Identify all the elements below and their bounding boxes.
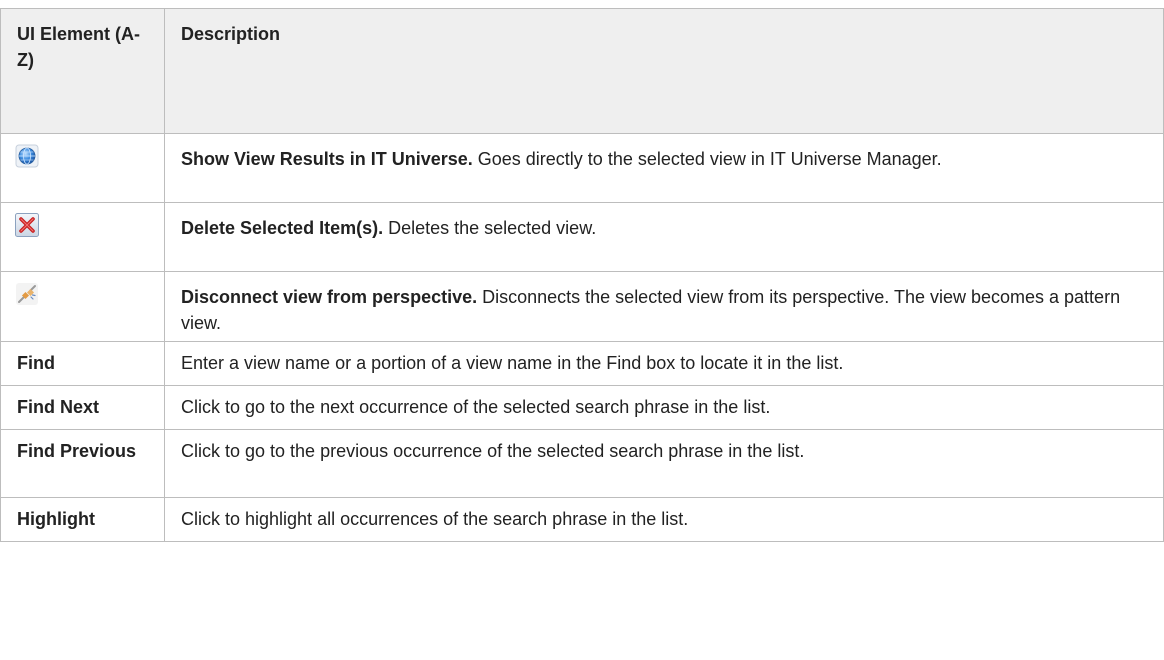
ui-elements-table-container: UI Element (A-Z) Description Show View R… — [0, 8, 1164, 542]
ui-element-cell — [0, 271, 165, 342]
table-row: Find Previous Click to go to the previou… — [0, 429, 1164, 498]
description-text: Goes directly to the selected view in IT… — [472, 149, 942, 169]
disconnect-plug-icon — [15, 282, 39, 306]
description-title: Show View Results in IT Universe. — [181, 149, 473, 169]
table-row: Delete Selected Item(s). Deletes the sel… — [0, 202, 1164, 272]
header-ui-element: UI Element (A-Z) — [0, 8, 165, 134]
description-cell: Delete Selected Item(s). Deletes the sel… — [164, 202, 1164, 272]
description-text: Deletes the selected view. — [383, 218, 597, 238]
description-cell: Show View Results in IT Universe. Goes d… — [164, 133, 1164, 203]
description-text: Click to highlight all occurrences of th… — [164, 497, 1164, 542]
table-header-row: UI Element (A-Z) Description — [0, 8, 1164, 134]
table-row: Find Enter a view name or a portion of a… — [0, 341, 1164, 386]
table-row: Show View Results in IT Universe. Goes d… — [0, 133, 1164, 203]
ui-elements-table: UI Element (A-Z) Description Show View R… — [0, 8, 1164, 542]
description-text: Click to go to the next occurrence of th… — [164, 385, 1164, 430]
ui-element-cell — [0, 133, 165, 203]
description-cell: Disconnect view from perspective. Discon… — [164, 271, 1164, 342]
description-text: Enter a view name or a portion of a view… — [164, 341, 1164, 386]
description-text: Click to go to the previous occurrence o… — [164, 429, 1164, 498]
ui-element-name: Find Previous — [0, 429, 165, 498]
description-title: Delete Selected Item(s). — [181, 218, 384, 238]
ui-element-name: Highlight — [0, 497, 165, 542]
header-description: Description — [164, 8, 1164, 134]
ui-element-name: Find — [0, 341, 165, 386]
ui-element-name: Find Next — [0, 385, 165, 430]
table-row: Find Next Click to go to the next occurr… — [0, 385, 1164, 430]
description-title: Disconnect view from perspective. — [181, 287, 478, 307]
ui-element-cell — [0, 202, 165, 272]
table-row: Highlight Click to highlight all occurre… — [0, 497, 1164, 542]
table-row: Disconnect view from perspective. Discon… — [0, 271, 1164, 342]
delete-red-x-icon — [15, 213, 39, 237]
globe-icon — [15, 144, 39, 168]
